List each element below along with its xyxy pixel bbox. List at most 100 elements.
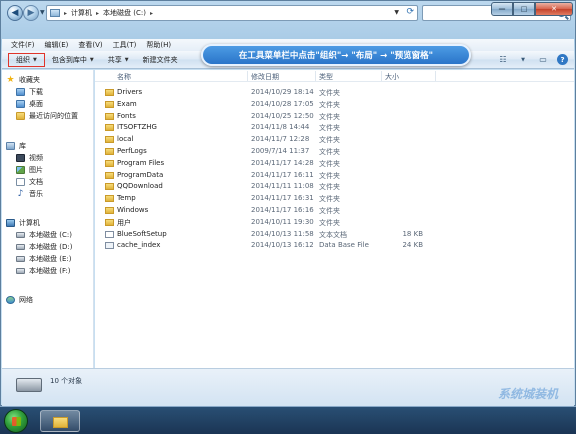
refresh-icon[interactable]: ⟳ <box>406 7 414 17</box>
file-row[interactable]: Drivers 2014/10/29 18:14 文件夹 <box>105 87 565 99</box>
breadcrumb-computer[interactable]: 计算机 <box>71 8 92 18</box>
desktop-icon <box>16 100 25 108</box>
details-pane: 10 个对象 系统城装机 <box>2 368 574 406</box>
file-row[interactable]: Temp 2014/11/17 16:31 文件夹 <box>105 193 565 205</box>
nav-label: 音乐 <box>29 190 43 198</box>
nav-item-recent-places[interactable]: 最近访问的位置 <box>6 110 78 122</box>
file-type: 文件夹 <box>319 206 340 215</box>
menu-tools[interactable]: 工具(T) <box>113 40 137 50</box>
file-row[interactable]: Windows 2014/11/17 16:16 文件夹 <box>105 205 565 217</box>
file-row[interactable]: Program Files 2014/11/17 14:28 文件夹 <box>105 158 565 170</box>
nav-item-desktop[interactable]: 桌面 <box>6 98 78 110</box>
file-type: 文件夹 <box>319 89 340 97</box>
nav-item-disk-d[interactable]: 本地磁盘 (D:) <box>6 241 72 253</box>
column-headers: 名称 修改日期 类型 大小 <box>95 70 574 82</box>
menu-view[interactable]: 查看(V) <box>78 40 102 50</box>
close-button[interactable]: ✕ <box>535 2 573 16</box>
start-button[interactable] <box>4 409 28 433</box>
recent-pages-dropdown-icon[interactable]: ▼ <box>40 9 45 16</box>
breadcrumb-local-disk-c[interactable]: 本地磁盘 (C:) <box>103 8 146 18</box>
new-folder-label: 新建文件夹 <box>142 55 178 64</box>
chevron-right-icon[interactable]: ▸ <box>64 10 67 17</box>
video-icon <box>16 154 25 162</box>
nav-label: 下载 <box>29 88 43 96</box>
drive-icon <box>16 244 25 250</box>
share-label: 共享 <box>107 55 122 64</box>
back-button[interactable]: ◀ <box>7 5 23 21</box>
chevron-down-icon: ▼ <box>33 56 37 63</box>
nav-item-disk-f[interactable]: 本地磁盘 (F:) <box>6 265 72 277</box>
chevron-right-icon[interactable]: ▸ <box>150 10 153 17</box>
file-row[interactable]: ProgramData 2014/11/17 16:11 文件夹 <box>105 170 565 182</box>
nav-item-downloads[interactable]: 下载 <box>6 86 78 98</box>
help-icon[interactable]: ? <box>557 54 568 65</box>
column-header-type[interactable]: 类型 <box>319 72 333 82</box>
file-type: 文件夹 <box>319 195 340 204</box>
toolbar-right: ☷ ▼ ▭ ? <box>497 54 568 65</box>
nav-item-computer[interactable]: 计算机 <box>6 217 72 229</box>
menu-edit[interactable]: 编辑(E) <box>45 40 69 50</box>
menu-file[interactable]: 文件(F) <box>11 40 35 50</box>
nav-item-libraries[interactable]: 库 <box>6 140 43 152</box>
file-row[interactable]: local 2014/11/7 12:28 文件夹 <box>105 134 565 146</box>
preview-pane-icon[interactable]: ▭ <box>537 55 549 65</box>
include-in-library-label: 包含到库中 <box>51 55 87 64</box>
nav-label: 网络 <box>19 296 33 304</box>
nav-label: 文档 <box>29 178 43 186</box>
database-file-icon <box>105 242 114 250</box>
address-dropdown-icon[interactable]: ▼ <box>394 9 399 16</box>
forward-button[interactable]: ▶ <box>23 5 39 21</box>
file-row[interactable]: 用户 2014/10/11 19:30 文件夹 <box>105 217 565 229</box>
nav-item-videos[interactable]: 视频 <box>6 152 43 164</box>
nav-item-music[interactable]: ♪ 音乐 <box>6 188 43 200</box>
view-options-icon[interactable]: ☷ <box>497 55 509 65</box>
file-row[interactable]: cache_index 2014/10/13 16:12 Data Base Fil… <box>105 240 565 252</box>
file-type: 文件夹 <box>319 124 340 133</box>
nav-item-documents[interactable]: 文档 <box>6 176 43 188</box>
recent-places-icon <box>16 112 25 120</box>
include-in-library-button[interactable]: 包含到库中 ▼ <box>45 53 101 67</box>
chevron-right-icon[interactable]: ▸ <box>96 10 99 17</box>
column-header-date[interactable]: 修改日期 <box>251 72 279 82</box>
file-list: Drivers 2014/10/29 18:14 文件夹 Exam 2014/10/28… <box>105 87 565 252</box>
column-divider[interactable] <box>435 71 436 81</box>
column-header-name[interactable]: 名称 <box>117 72 131 82</box>
address-bar[interactable]: ▸ 计算机 ▸ 本地磁盘 (C:) ▸ ▼ ⟳ <box>46 5 418 21</box>
nav-item-favorites[interactable]: ★ 收藏夹 <box>6 74 78 86</box>
organize-button[interactable]: 组织 ▼ <box>8 52 45 67</box>
share-button[interactable]: 共享 ▼ <box>101 53 136 67</box>
item-count: 10 个对象 <box>50 377 83 385</box>
column-divider[interactable] <box>381 71 382 81</box>
file-name: BlueSoftSetup <box>117 229 167 238</box>
new-folder-button[interactable]: 新建文件夹 <box>136 53 185 67</box>
nav-label: 收藏夹 <box>19 76 40 84</box>
column-divider[interactable] <box>247 71 248 81</box>
menu-help[interactable]: 帮助(H) <box>146 40 171 50</box>
file-date: 2014/11/17 16:16 <box>251 205 314 214</box>
navigation-pane: ★ 收藏夹 下载 桌面 最近访问的位置 库 视频 图片 文档 ♪ 音乐 计算机 … <box>2 70 94 368</box>
file-row[interactable]: PerfLogs 2009/7/14 11:37 文件夹 <box>105 146 565 158</box>
column-divider[interactable] <box>315 71 316 81</box>
taskbar-explorer-button[interactable] <box>40 410 80 432</box>
minimize-button[interactable]: — <box>491 2 513 16</box>
nav-item-network[interactable]: 网络 <box>6 294 33 306</box>
documents-icon <box>16 178 25 186</box>
folder-icon <box>105 159 114 167</box>
file-row[interactable]: BlueSoftSetup 2014/10/13 11:58 文本文档 18 KB <box>105 229 565 241</box>
folder-icon <box>105 171 114 179</box>
nav-item-disk-e[interactable]: 本地磁盘 (E:) <box>6 253 72 265</box>
file-date: 2014/10/13 16:12 <box>251 241 314 250</box>
file-name: Fonts <box>117 111 136 120</box>
file-row[interactable]: Fonts 2014/10/25 12:50 文件夹 <box>105 111 565 123</box>
text-file-icon <box>105 230 114 238</box>
nav-label: 本地磁盘 (F:) <box>29 267 71 275</box>
file-row[interactable]: Exam 2014/10/28 17:05 文件夹 <box>105 99 565 111</box>
maximize-button[interactable]: □ <box>513 2 535 16</box>
chevron-down-icon: ▼ <box>124 56 129 63</box>
chevron-down-icon[interactable]: ▼ <box>517 55 529 65</box>
file-row[interactable]: ITSOFTZHG 2014/11/8 14:44 文件夹 <box>105 122 565 134</box>
column-header-size[interactable]: 大小 <box>385 72 399 82</box>
nav-item-disk-c[interactable]: 本地磁盘 (C:) <box>6 229 72 241</box>
file-row[interactable]: QQDownload 2014/11/11 11:08 文件夹 <box>105 181 565 193</box>
nav-item-pictures[interactable]: 图片 <box>6 164 43 176</box>
